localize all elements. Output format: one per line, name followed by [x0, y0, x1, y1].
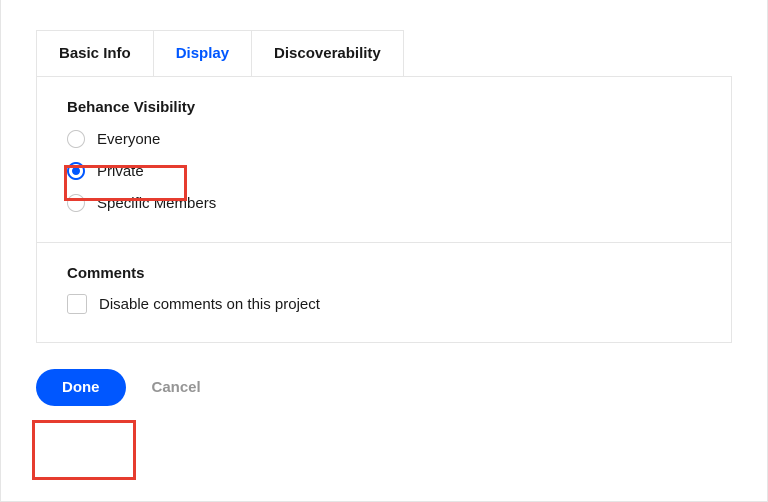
- cancel-button[interactable]: Cancel: [152, 379, 201, 396]
- settings-panel: Basic Info Display Discoverability Behan…: [1, 0, 767, 343]
- tab-discoverability[interactable]: Discoverability: [252, 30, 404, 76]
- radio-everyone-label: Everyone: [97, 131, 160, 148]
- radio-private[interactable]: Private: [67, 160, 150, 182]
- comments-section: Comments Disable comments on this projec…: [37, 242, 731, 342]
- checkbox-icon[interactable]: [67, 294, 87, 314]
- tab-display[interactable]: Display: [154, 30, 252, 76]
- radio-specific-label: Specific Members: [97, 195, 216, 212]
- radio-specific-members[interactable]: Specific Members: [67, 192, 222, 214]
- visibility-section: Behance Visibility Everyone Private Spec…: [37, 77, 731, 242]
- disable-comments-row[interactable]: Disable comments on this project: [67, 294, 701, 314]
- footer-actions: Done Cancel: [1, 343, 767, 406]
- radio-dot-icon: [72, 167, 80, 175]
- radio-circle-icon: [67, 130, 85, 148]
- radio-circle-icon: [67, 194, 85, 212]
- visibility-title: Behance Visibility: [67, 99, 701, 116]
- highlight-box-done: [32, 420, 136, 480]
- disable-comments-label: Disable comments on this project: [99, 296, 320, 313]
- comments-title: Comments: [67, 265, 701, 282]
- tab-basic-info[interactable]: Basic Info: [36, 30, 154, 76]
- done-button[interactable]: Done: [36, 369, 126, 406]
- visibility-radio-group: Everyone Private Specific Members: [67, 128, 701, 214]
- radio-everyone[interactable]: Everyone: [67, 128, 166, 150]
- display-panel: Behance Visibility Everyone Private Spec…: [36, 76, 732, 343]
- tabs-row: Basic Info Display Discoverability: [36, 30, 732, 76]
- radio-private-label: Private: [97, 163, 144, 180]
- radio-circle-icon: [67, 162, 85, 180]
